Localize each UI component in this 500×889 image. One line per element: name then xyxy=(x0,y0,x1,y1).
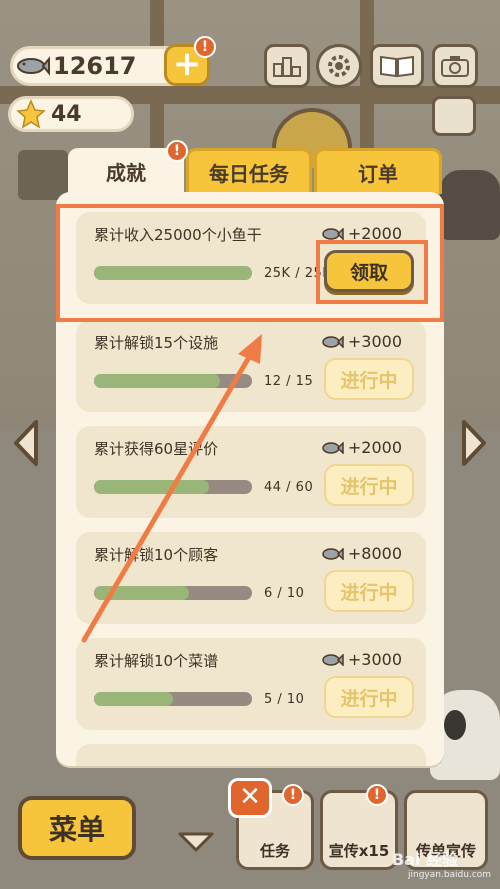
achievement-title: 累计获得60星评价 xyxy=(94,440,219,458)
reward-amount: +3000 xyxy=(347,650,402,669)
close-icon[interactable]: ✕ xyxy=(228,778,272,818)
dried-fish-icon xyxy=(322,547,344,560)
star-count: 44 xyxy=(51,101,82,127)
progress-fill xyxy=(94,480,210,494)
dried-fish-icon xyxy=(322,335,344,348)
achievement-reward: +2000 xyxy=(322,438,402,457)
star-icon xyxy=(11,94,51,134)
reward-amount: +3000 xyxy=(347,332,402,351)
progress-bar xyxy=(94,374,252,388)
achievement-card: 累计解锁15个设施 +3000 12 / 15 进行中 xyxy=(76,320,426,412)
achievement-card: 累计获得60星评价 +2000 44 / 60 进行中 xyxy=(76,426,426,518)
progress-fill xyxy=(94,374,221,388)
shop-stall xyxy=(18,150,68,200)
progress-text: 44 / 60 xyxy=(264,480,314,495)
promotion-notification-badge: ! xyxy=(366,784,388,806)
progress-bar xyxy=(94,692,252,706)
tab-bar: 成就 每日任务 订单 xyxy=(68,148,442,194)
in-progress-button[interactable]: 进行中 xyxy=(324,676,414,718)
promotion-label: 宣传x15 xyxy=(328,842,390,860)
progress-text: 6 / 10 xyxy=(264,586,305,601)
settings-gear-icon[interactable] xyxy=(316,44,362,88)
reward-amount: +8000 xyxy=(347,544,402,563)
progress-text: 5 / 10 xyxy=(264,692,305,707)
notification-badge: ! xyxy=(194,36,216,58)
leaderboard-icon[interactable] xyxy=(264,44,310,88)
achievement-card: 累计解锁10个菜谱 +3000 5 / 10 进行中 xyxy=(76,638,426,730)
achievement-reward: +3000 xyxy=(322,650,402,669)
achievement-reward: +8000 xyxy=(322,544,402,563)
cat-character xyxy=(440,170,500,240)
task-notification-badge: ! xyxy=(282,784,304,806)
camera-icon[interactable] xyxy=(432,44,478,88)
highlight-frame-button xyxy=(316,240,428,304)
next-arrow-icon[interactable] xyxy=(458,418,490,468)
progress-bar xyxy=(94,480,252,494)
achievement-title: 累计解锁15个设施 xyxy=(94,334,219,352)
dried-fish-icon xyxy=(13,46,53,86)
tab-orders[interactable]: 订单 xyxy=(314,148,442,194)
watermark-url: jingyan.baidu.com xyxy=(408,870,492,880)
newspaper-icon[interactable] xyxy=(432,96,476,136)
progress-fill xyxy=(94,692,173,706)
promotion-button[interactable]: 宣传x15 xyxy=(320,790,398,870)
achievement-reward: +3000 xyxy=(322,332,402,351)
watermark-brand: Bai 经验 xyxy=(392,850,459,869)
reward-amount: +2000 xyxy=(347,438,402,457)
recipe-book-icon[interactable] xyxy=(370,44,424,88)
star-rating-display: 44 xyxy=(8,96,134,132)
in-progress-button[interactable]: 进行中 xyxy=(324,464,414,506)
progress-bar xyxy=(94,586,252,600)
chevron-down-icon[interactable] xyxy=(176,830,216,854)
in-progress-button[interactable]: 进行中 xyxy=(324,570,414,612)
achievement-title: 累计解锁10个顾客 xyxy=(94,546,219,564)
dried-fish-icon xyxy=(322,653,344,666)
menu-button[interactable]: 菜单 xyxy=(18,796,136,860)
achievement-title: 累计解锁10个菜谱 xyxy=(94,652,219,670)
achievement-card-partial xyxy=(76,744,426,766)
task-label: 任务 xyxy=(259,842,290,860)
dried-fish-icon xyxy=(322,441,344,454)
tab-daily-tasks[interactable]: 每日任务 xyxy=(186,148,312,194)
fish-count: 12617 xyxy=(53,52,137,80)
progress-fill xyxy=(94,586,189,600)
previous-arrow-icon[interactable] xyxy=(10,418,42,468)
progress-text: 12 / 15 xyxy=(264,374,314,389)
achievement-card: 累计解锁10个顾客 +8000 6 / 10 进行中 xyxy=(76,532,426,624)
in-progress-button[interactable]: 进行中 xyxy=(324,358,414,400)
tab-notification-badge: ! xyxy=(166,140,188,162)
